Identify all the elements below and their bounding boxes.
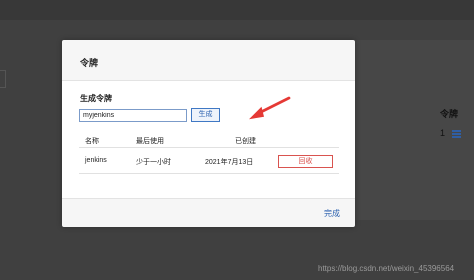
background-header xyxy=(0,0,474,20)
column-header-name: 名称 xyxy=(85,138,99,145)
generate-button[interactable]: 生成 xyxy=(191,108,220,122)
token-last-used: 少于一小时 xyxy=(136,159,171,166)
background-left-field xyxy=(0,70,6,88)
done-button[interactable]: 完成 xyxy=(324,208,340,219)
token-created: 2021年7月13日 xyxy=(205,159,254,166)
background-tokens-count: 1 xyxy=(440,128,446,138)
revoke-button[interactable]: 回收 xyxy=(278,155,333,168)
column-header-last-used: 最后使用 xyxy=(136,138,164,145)
red-arrow-annotation xyxy=(249,96,291,120)
dialog-title: 令牌 xyxy=(80,58,99,68)
watermark: https://blog.csdn.net/weixin_45396564 xyxy=(318,264,455,273)
background-tokens-column-label: 令牌 xyxy=(440,109,459,119)
column-header-created: 已创建 xyxy=(235,138,256,145)
table-header: 名称 最后使用 已创建 xyxy=(79,130,339,148)
token-dialog: 令牌 生成令牌 生成 名称 最后使用 已创建 jenkins 少于一小时 202… xyxy=(62,40,355,227)
token-name: jenkins xyxy=(85,157,107,164)
table-row: jenkins 少于一小时 2021年7月13日 回收 xyxy=(79,148,339,174)
dialog-header: 令牌 xyxy=(62,40,355,81)
list-icon xyxy=(452,130,461,138)
token-name-input[interactable] xyxy=(79,109,187,122)
generate-token-label: 生成令牌 xyxy=(80,94,112,103)
